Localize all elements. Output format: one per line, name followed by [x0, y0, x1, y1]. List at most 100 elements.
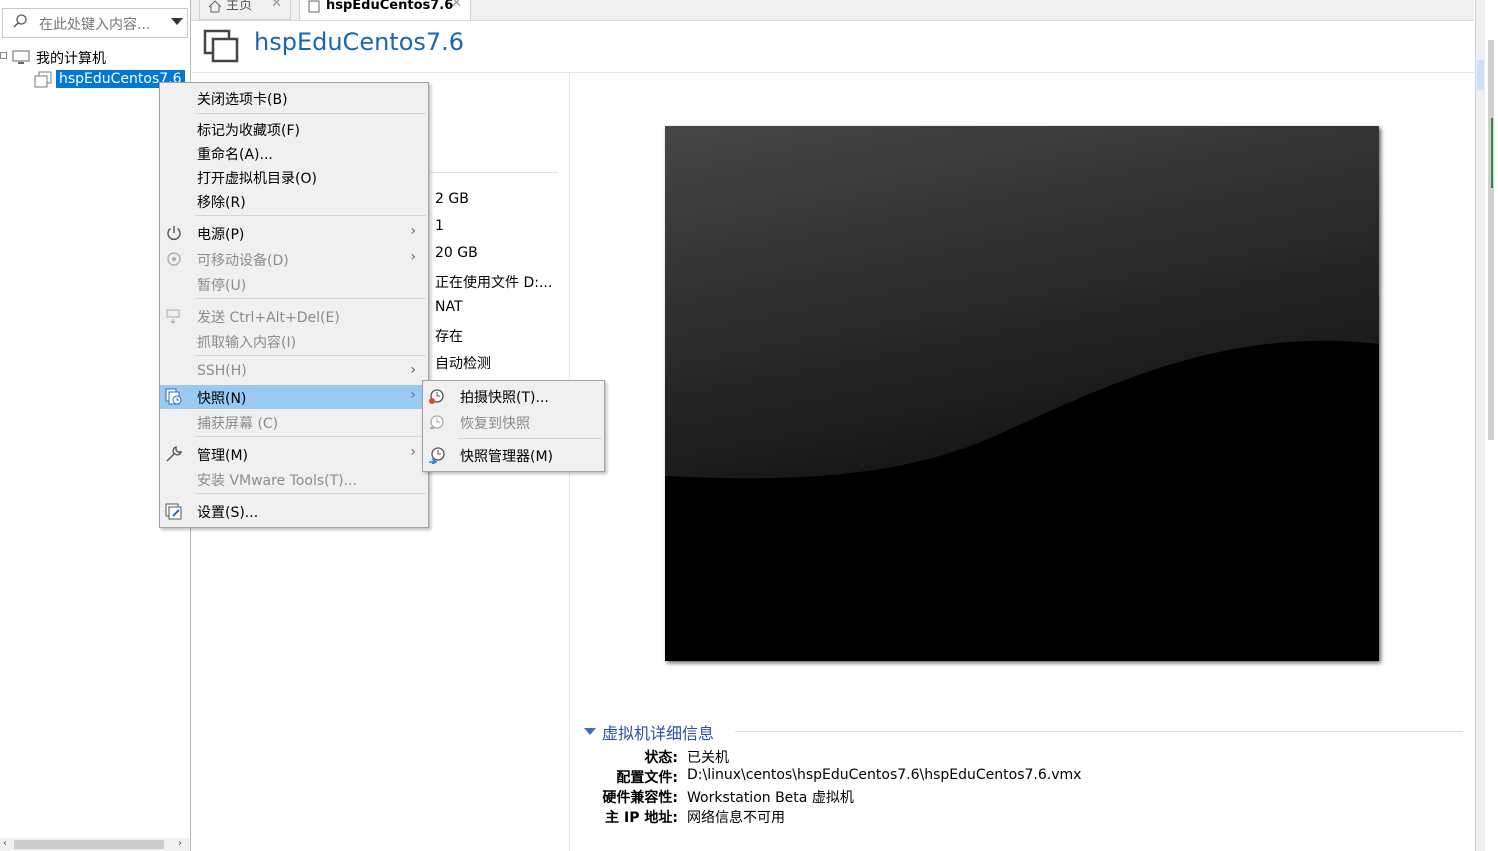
menu-item-power[interactable]: 电源(P) ›	[160, 221, 428, 245]
menu-item-send-ctrl-alt-del[interactable]: 发送 Ctrl+Alt+Del(E)	[160, 304, 428, 328]
scrollbar-thumb[interactable]	[14, 840, 164, 849]
vm-icon	[34, 71, 52, 88]
tab-home[interactable]: 主页 ✕	[199, 0, 291, 20]
collapse-icon[interactable]	[0, 52, 7, 59]
menu-item-install-tools[interactable]: 安装 VMware Tools(T)...	[160, 467, 428, 491]
menu-separator	[195, 215, 426, 216]
chevron-down-icon[interactable]	[171, 18, 183, 25]
horizontal-scrollbar[interactable]: ‹ ›	[0, 838, 190, 851]
menu-item-label: 快照(N)	[197, 391, 247, 407]
scroll-left-icon[interactable]: ‹	[3, 838, 7, 849]
menu-item-take-snapshot[interactable]: 拍摄快照(T)...	[423, 384, 604, 408]
menu-item-label: 安装 VMware Tools(T)...	[197, 473, 357, 489]
settings-icon	[165, 503, 182, 520]
device-memory-value: 2 GB	[435, 191, 469, 207]
menu-item-remove[interactable]: 移除(R)	[160, 189, 428, 213]
detail-ip-label: 主 IP 地址:	[605, 810, 678, 826]
menu-item-pause[interactable]: 暂停(U)	[160, 272, 428, 296]
close-icon[interactable]: ✕	[271, 0, 282, 10]
close-icon[interactable]: ✕	[451, 0, 462, 10]
computer-icon	[12, 50, 30, 64]
send-keys-icon	[166, 309, 180, 324]
menu-item-label: 可移动设备(D)	[197, 253, 289, 269]
detail-compat-value: Workstation Beta 虚拟机	[687, 790, 854, 806]
devices-divider	[430, 172, 558, 173]
menu-item-label: 抓取输入内容(I)	[197, 335, 297, 351]
device-network-value: NAT	[435, 299, 463, 315]
library-search-input[interactable]: 在此处键入内容...	[2, 8, 188, 38]
menu-separator	[195, 493, 426, 494]
menu-item-label: 管理(M)	[197, 448, 249, 464]
vm-context-menu: 关闭选项卡(B) 标记为收藏项(F) 重命名(A)... 打开虚拟机目录(O) …	[159, 82, 429, 528]
chevron-right-icon: ›	[410, 362, 416, 378]
collapse-arrow-icon[interactable]	[584, 728, 596, 735]
menu-item-label: 捕获屏幕 (C)	[197, 416, 279, 432]
header-divider	[192, 72, 1474, 73]
chevron-right-icon: ›	[410, 249, 416, 265]
removable-device-icon	[167, 252, 181, 266]
menu-item-label: 发送 Ctrl+Alt+Del(E)	[197, 310, 340, 326]
chevron-right-icon: ›	[410, 223, 416, 239]
chevron-right-icon: ›	[410, 387, 416, 403]
vertical-scrollbar[interactable]	[1475, 0, 1485, 851]
menu-item-label: 打开虚拟机目录(O)	[197, 171, 317, 187]
wrench-icon	[166, 446, 182, 462]
detail-compat-label: 硬件兼容性:	[602, 790, 678, 806]
snapshot-submenu: 拍摄快照(T)... 恢复到快照 快照管理器(M)	[422, 380, 605, 472]
menu-item-label: 重命名(A)...	[197, 147, 273, 163]
menu-item-capture-screen[interactable]: 捕获屏幕 (C)	[160, 410, 428, 434]
page-title: hspEduCentos7.6	[254, 28, 465, 56]
menu-item-settings[interactable]: 设置(S)...	[160, 499, 428, 523]
device-processors-value: 1	[435, 218, 444, 234]
detail-ip-value: 网络信息不可用	[687, 810, 785, 826]
details-divider	[735, 731, 1463, 732]
menu-item-label: SSH(H)	[197, 363, 247, 379]
menu-item-snapshot[interactable]: 快照(N) ›	[160, 385, 428, 409]
detail-state-value: 已关机	[687, 750, 729, 766]
snapshot-icon	[165, 388, 182, 405]
menu-item-open-directory[interactable]: 打开虚拟机目录(O)	[160, 165, 428, 189]
menu-item-grab-input[interactable]: 抓取输入内容(I)	[160, 329, 428, 353]
detail-config-value: D:\linux\centos\hspEduCentos7.6\hspEduCe…	[687, 767, 1082, 783]
take-snapshot-icon	[429, 389, 444, 404]
tab-bar: 主页 ✕ hspEduCentos7.6 ✕	[191, 0, 1474, 21]
menu-item-close-tab[interactable]: 关闭选项卡(B)	[160, 86, 428, 110]
device-cd-value: 正在使用文件 D:...	[435, 275, 553, 291]
device-sound-value: 自动检测	[435, 356, 491, 372]
scroll-right-icon[interactable]: ›	[178, 838, 182, 849]
device-disk-value: 20 GB	[435, 245, 478, 261]
menu-item-label: 关闭选项卡(B)	[197, 92, 288, 108]
scrollbar-thumb[interactable]	[1477, 60, 1484, 90]
menu-separator	[195, 298, 426, 299]
menu-item-manage[interactable]: 管理(M) ›	[160, 442, 428, 466]
search-placeholder: 在此处键入内容...	[39, 17, 151, 33]
menu-item-removable-devices[interactable]: 可移动设备(D) ›	[160, 247, 428, 271]
edge-accent	[1491, 118, 1498, 188]
home-icon	[208, 0, 222, 13]
menu-item-favorite[interactable]: 标记为收藏项(F)	[160, 117, 428, 141]
tab-vm-label: hspEduCentos7.6	[326, 0, 454, 13]
preview-image	[665, 126, 1379, 661]
device-usb-value: 存在	[435, 329, 463, 345]
menu-item-label: 快照管理器(M)	[460, 449, 554, 465]
menu-item-snapshot-manager[interactable]: 快照管理器(M)	[423, 443, 604, 467]
tab-vm[interactable]: hspEduCentos7.6 ✕	[299, 0, 471, 20]
details-section-title[interactable]: 虚拟机详细信息	[602, 720, 714, 744]
menu-item-label: 移除(R)	[197, 195, 246, 211]
tree-root-label: 我的计算机	[36, 51, 106, 67]
menu-item-rename[interactable]: 重命名(A)...	[160, 141, 428, 165]
menu-separator	[458, 438, 602, 439]
menu-item-revert-snapshot[interactable]: 恢复到快照	[423, 410, 604, 434]
power-icon	[167, 226, 181, 240]
tab-home-label: 主页	[226, 0, 253, 13]
revert-snapshot-icon	[430, 415, 444, 429]
edge-scrollbar[interactable]	[1488, 40, 1494, 440]
menu-item-label: 标记为收藏项(F)	[197, 123, 300, 139]
menu-item-ssh[interactable]: SSH(H) ›	[160, 360, 428, 384]
detail-state-label: 状态:	[644, 750, 678, 766]
detail-config-label: 配置文件:	[616, 770, 678, 786]
menu-item-label: 暂停(U)	[197, 278, 247, 294]
menu-item-label: 电源(P)	[197, 227, 245, 243]
menu-separator	[195, 355, 426, 356]
vm-preview-thumbnail[interactable]	[665, 126, 1379, 661]
